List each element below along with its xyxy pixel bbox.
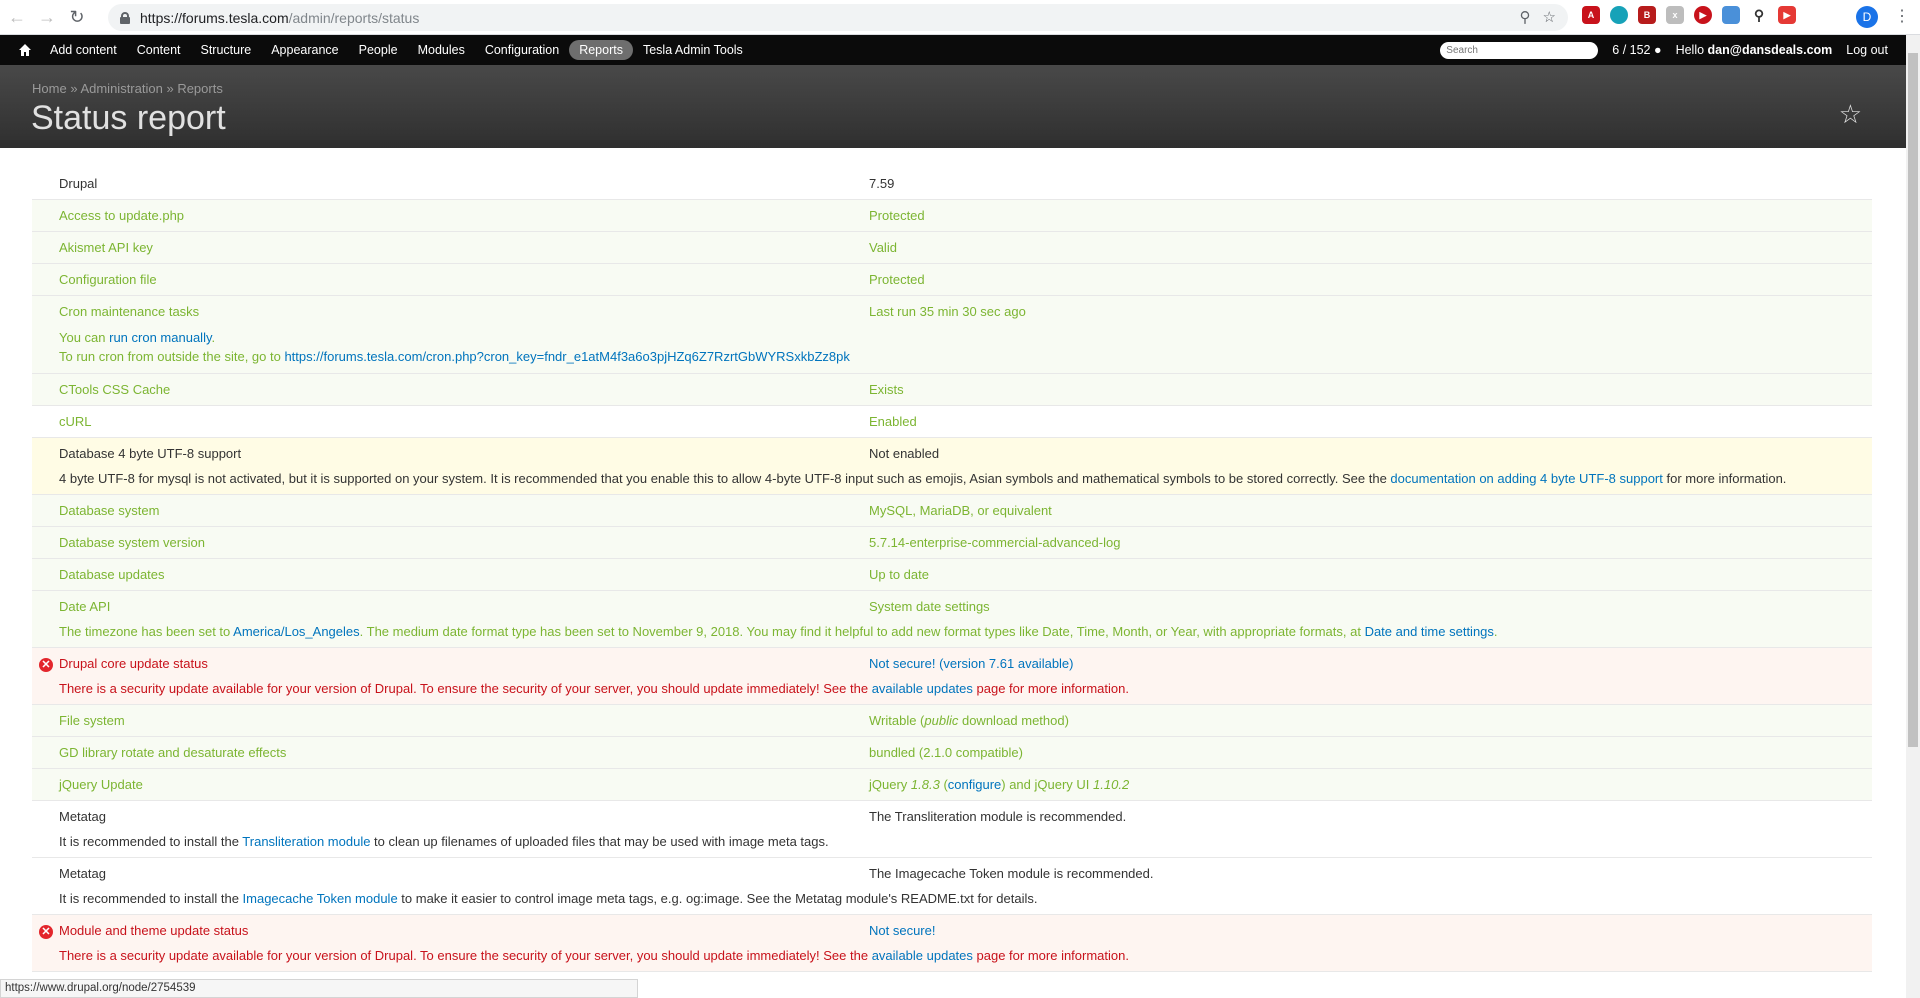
forward-arrow-icon[interactable]: → bbox=[34, 4, 60, 30]
toolbar-reports[interactable]: Reports bbox=[569, 40, 633, 60]
run-cron-link[interactable]: run cron manually bbox=[109, 330, 211, 345]
extension-icon[interactable] bbox=[1722, 6, 1740, 24]
back-arrow-icon[interactable]: ← bbox=[4, 4, 30, 30]
toolbar-add-content[interactable]: Add content bbox=[40, 40, 127, 60]
user-link[interactable]: dan@dansdeals.com bbox=[1708, 43, 1833, 57]
admin-toolbar: Add content Content Structure Appearance… bbox=[0, 35, 1906, 65]
lock-icon bbox=[120, 11, 130, 24]
table-row: Database updates Up to date bbox=[32, 559, 1872, 591]
table-row: cURL Enabled bbox=[32, 406, 1872, 438]
toolbar-configuration[interactable]: Configuration bbox=[475, 40, 569, 60]
status-table: Drupal 7.59 Access to update.php Protected… bbox=[32, 168, 1872, 972]
table-row: ✕ Module and theme update status Not secu… bbox=[32, 915, 1872, 972]
extension-icons: A B x ▶ ⚲ ▶ bbox=[1582, 6, 1796, 24]
table-row: jQuery Update jQuery 1.8.3 (configure) an… bbox=[32, 769, 1872, 801]
logout-link[interactable]: Log out bbox=[1846, 43, 1888, 57]
available-updates-link[interactable]: available updates bbox=[872, 681, 973, 696]
breadcrumb-reports[interactable]: Reports bbox=[177, 81, 223, 96]
address-bar[interactable]: https://forums.tesla.com/admin/reports/s… bbox=[108, 4, 1568, 31]
table-row: Database system MySQL, MariaDB, or equiva… bbox=[32, 495, 1872, 527]
online-counter: 6 / 152 ● bbox=[1612, 43, 1662, 57]
table-row: Drupal 7.59 bbox=[32, 168, 1872, 200]
home-icon[interactable] bbox=[10, 35, 40, 65]
utf8-docs-link[interactable]: documentation on adding 4 byte UTF-8 sup… bbox=[1390, 471, 1662, 486]
error-icon: ✕ bbox=[39, 658, 53, 672]
toolbar-people[interactable]: People bbox=[349, 40, 408, 60]
url-text: https://forums.tesla.com/admin/reports/s… bbox=[140, 9, 420, 26]
browser-chrome: ← → ↻ https://forums.tesla.com/admin/rep… bbox=[0, 0, 1920, 35]
table-row: Metatag The Imagecache Token module is re… bbox=[32, 858, 1872, 915]
extension-icon[interactable]: x bbox=[1666, 6, 1684, 24]
cron-url-link[interactable]: https://forums.tesla.com/cron.php?cron_k… bbox=[284, 349, 849, 364]
toolbar-modules[interactable]: Modules bbox=[408, 40, 475, 60]
toolbar-tesla-admin-tools[interactable]: Tesla Admin Tools bbox=[633, 40, 753, 60]
breadcrumb-administration[interactable]: Administration bbox=[80, 81, 162, 96]
toolbar-content[interactable]: Content bbox=[127, 40, 191, 60]
toolbar-search-input[interactable] bbox=[1440, 41, 1599, 59]
extension-icon[interactable]: B bbox=[1638, 6, 1656, 24]
table-row: Akismet API key Valid bbox=[32, 232, 1872, 264]
reload-icon[interactable]: ↻ bbox=[64, 4, 90, 30]
browser-status-bar: https://www.drupal.org/node/2754539 bbox=[0, 979, 638, 998]
extension-icon[interactable]: ▶ bbox=[1694, 6, 1712, 24]
shortcut-star-icon[interactable]: ☆ bbox=[1839, 99, 1862, 130]
bookmark-star-icon[interactable]: ☆ bbox=[1543, 8, 1556, 26]
page-title: Status report bbox=[31, 99, 226, 137]
table-row: Date API System date settings The timezon… bbox=[32, 591, 1872, 648]
adblock-icon[interactable]: A bbox=[1582, 6, 1600, 24]
extension-icon[interactable]: ⚲ bbox=[1750, 6, 1768, 24]
table-row: Cron maintenance tasks Last run 35 min 30… bbox=[32, 296, 1872, 374]
timezone-link[interactable]: America/Los_Angeles bbox=[233, 624, 359, 639]
module-available-updates-link[interactable]: available updates bbox=[872, 948, 973, 963]
extension-icon[interactable]: ▶ bbox=[1778, 6, 1796, 24]
date-time-settings-link[interactable]: Date and time settings bbox=[1365, 624, 1494, 639]
table-row: Database 4 byte UTF-8 support Not enabled… bbox=[32, 438, 1872, 495]
page-header: Home » Administration » Reports Status r… bbox=[0, 65, 1906, 148]
toolbar-structure[interactable]: Structure bbox=[191, 40, 262, 60]
imagecache-token-link[interactable]: Imagecache Token module bbox=[243, 891, 398, 906]
extension-icon[interactable] bbox=[1610, 6, 1628, 24]
jquery-configure-link[interactable]: configure bbox=[948, 777, 1001, 792]
breadcrumb: Home » Administration » Reports bbox=[32, 81, 223, 96]
module-update-link[interactable]: Not secure! bbox=[869, 923, 935, 938]
breadcrumb-home[interactable]: Home bbox=[32, 81, 67, 96]
table-row: File system Writable (public download met… bbox=[32, 705, 1872, 737]
users-icon: ● bbox=[1654, 43, 1662, 57]
core-update-link[interactable]: Not secure! (version 7.61 available) bbox=[869, 656, 1074, 671]
table-row: Database system version 5.7.14-enterprise… bbox=[32, 527, 1872, 559]
scrollbar-thumb[interactable] bbox=[1908, 53, 1918, 747]
more-menu-icon[interactable]: ⋮ bbox=[1894, 6, 1910, 28]
table-row: Configuration file Protected bbox=[32, 264, 1872, 296]
table-row: ✕ Drupal core update status Not secure! (… bbox=[32, 648, 1872, 705]
table-row: CTools CSS Cache Exists bbox=[32, 374, 1872, 406]
table-row: GD library rotate and desaturate effects… bbox=[32, 737, 1872, 769]
transliteration-link[interactable]: Transliteration module bbox=[242, 834, 370, 849]
zoom-icon[interactable]: ⚲ bbox=[1520, 8, 1531, 26]
table-row: Access to update.php Protected bbox=[32, 200, 1872, 232]
profile-avatar[interactable]: D bbox=[1856, 6, 1878, 28]
toolbar-appearance[interactable]: Appearance bbox=[261, 40, 348, 60]
greeting: Hello dan@dansdeals.com bbox=[1675, 43, 1833, 57]
error-icon: ✕ bbox=[39, 925, 53, 939]
page-scrollbar[interactable] bbox=[1906, 35, 1920, 998]
table-row: Metatag The Transliteration module is rec… bbox=[32, 801, 1872, 858]
